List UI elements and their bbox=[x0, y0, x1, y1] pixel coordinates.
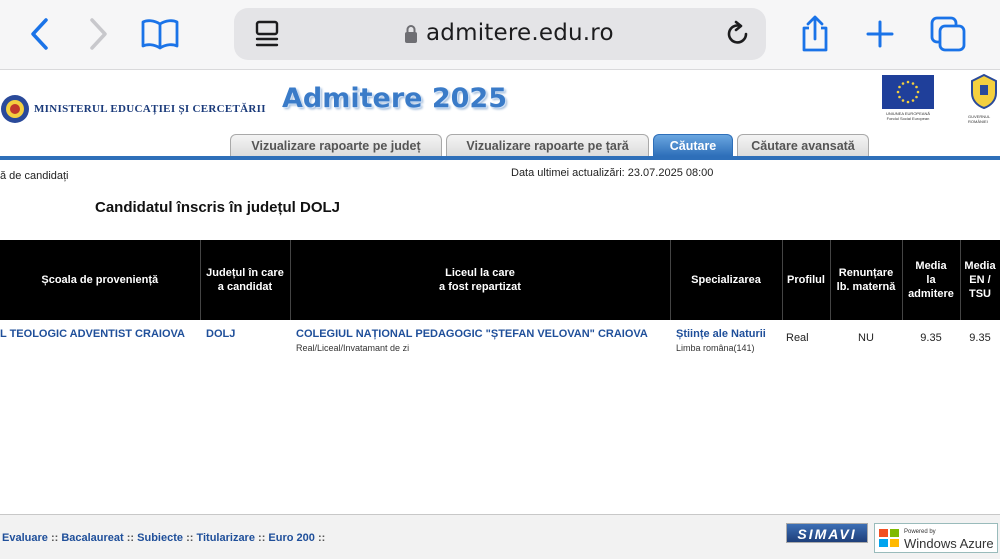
government-logo: GUVERNUL ROMÂNIEI bbox=[968, 73, 1000, 133]
table-row: L TEOLOGIC ADVENTIST CRAIOVA DOLJ COLEGI… bbox=[0, 320, 1000, 364]
back-button[interactable] bbox=[20, 14, 60, 54]
government-caption: GUVERNUL ROMÂNIEI bbox=[968, 114, 991, 124]
share-button[interactable] bbox=[795, 14, 835, 54]
footer-separator: :: bbox=[50, 532, 59, 544]
azure-wordmark: Powered by Windows Azure bbox=[904, 526, 994, 550]
footer-separator: :: bbox=[258, 532, 266, 544]
header-profile[interactable]: Profilul bbox=[782, 240, 831, 320]
footer-link-evaluare[interactable]: Evaluare bbox=[2, 532, 48, 544]
header-waiver[interactable]: Renunțare lb. maternă bbox=[830, 240, 903, 320]
footer-separator: :: bbox=[317, 532, 326, 544]
header-specialization[interactable]: Specializarea bbox=[670, 240, 783, 320]
cell-specialization-name[interactable]: Științe ale Naturii bbox=[676, 328, 766, 340]
reload-icon[interactable] bbox=[724, 20, 752, 48]
header-specialization-label: Specializarea bbox=[691, 274, 761, 286]
last-update-text: Data ultimei actualizări: 23.07.2025 08:… bbox=[511, 167, 714, 179]
eu-caption-line2: Fondul Social European bbox=[886, 116, 930, 121]
cell-waiver: NU bbox=[858, 332, 874, 344]
header-admission-average[interactable]: Media la admitere bbox=[902, 240, 961, 320]
cell-admission-average: 9.35 bbox=[920, 332, 942, 344]
cell-specialization[interactable]: Științe ale Naturii Limba româna(141) bbox=[670, 320, 782, 364]
bookmarks-button[interactable] bbox=[140, 14, 180, 54]
eu-logo: UNIUNEA EUROPEANĂ Fondul Social European bbox=[882, 75, 934, 125]
footer: Evaluare :: Bacalaureat :: Subiecte :: T… bbox=[0, 514, 1000, 559]
results-table: Școala de proveniență Județul în care a … bbox=[0, 240, 1000, 364]
cell-profile: Real bbox=[786, 332, 809, 344]
ministry-name: MINISTERUL EDUCAȚIEI ȘI CERCETĂRII bbox=[34, 103, 266, 115]
book-icon bbox=[141, 19, 179, 50]
header-avg-line1: Media bbox=[915, 260, 947, 272]
footer-link-subiecte[interactable]: Subiecte bbox=[137, 532, 183, 544]
cell-specialization-details: Limba româna(141) bbox=[676, 343, 755, 353]
header-waiver-line2: lb. maternă bbox=[836, 281, 896, 293]
tab-reports-country[interactable]: Vizualizare rapoarte pe țară bbox=[446, 134, 649, 156]
tab-advanced-search[interactable]: Căutare avansată bbox=[737, 134, 869, 156]
header-school[interactable]: Școala de proveniență bbox=[0, 240, 201, 320]
header-avg-line3: admitere bbox=[908, 288, 954, 300]
footer-link-bacalaureat[interactable]: Bacalaureat bbox=[61, 532, 123, 544]
tabs-icon bbox=[930, 16, 966, 52]
ministry-logo[interactable]: MINISTERUL EDUCAȚIEI ȘI CERCETĂRII bbox=[0, 93, 266, 125]
forward-button[interactable] bbox=[78, 14, 118, 54]
cell-en-average: 9.35 bbox=[969, 332, 991, 344]
simavi-wordmark: SIMAVI bbox=[786, 523, 868, 543]
footer-separator: :: bbox=[186, 532, 194, 544]
candidates-link[interactable]: ă de candidați bbox=[0, 170, 69, 182]
header-waiver-line1: Renunțare bbox=[838, 267, 894, 279]
header-county-line2: a candidat bbox=[217, 281, 273, 293]
table-header-row: Școala de proveniență Județul în care a … bbox=[0, 240, 1000, 320]
footer-links: Evaluare :: Bacalaureat :: Subiecte :: T… bbox=[2, 532, 325, 544]
cell-county[interactable]: DOLJ bbox=[200, 320, 290, 364]
cell-lyceum-name[interactable]: COLEGIUL NAȚIONAL PEDAGOGIC "ȘTEFAN VELO… bbox=[296, 328, 648, 340]
header-profile-label: Profilul bbox=[787, 274, 825, 286]
share-icon bbox=[802, 15, 828, 52]
header-lyceum-line2: a fost repartizat bbox=[439, 281, 521, 293]
cell-school[interactable]: L TEOLOGIC ADVENTIST CRAIOVA bbox=[0, 320, 200, 364]
page-heading: Candidatul înscris în județul DOLJ bbox=[95, 199, 341, 216]
eu-caption: UNIUNEA EUROPEANĂ Fondul Social European bbox=[882, 111, 934, 121]
eu-flag-icon bbox=[882, 75, 934, 109]
windows-flag-icon bbox=[879, 529, 899, 547]
header-lyceum[interactable]: Liceul la care a fost repartizat bbox=[290, 240, 671, 320]
header-en-line2: EN / bbox=[969, 274, 991, 286]
plus-icon bbox=[866, 20, 894, 48]
header-en-average[interactable]: Media EN / TSU bbox=[960, 240, 1000, 320]
coat-of-arms-icon bbox=[1, 95, 29, 123]
lock-icon bbox=[405, 25, 417, 43]
header-en-line1: Media bbox=[964, 260, 996, 272]
tab-search[interactable]: Căutare bbox=[653, 134, 733, 156]
header-avg-line2: la bbox=[926, 274, 936, 286]
chevron-left-icon bbox=[31, 18, 48, 50]
footer-link-euro200[interactable]: Euro 200 bbox=[268, 532, 314, 544]
site-title: Admitere 2025 bbox=[282, 83, 508, 114]
header-county[interactable]: Județul în care a candidat bbox=[200, 240, 291, 320]
header-school-label: Școala de proveniență bbox=[41, 274, 159, 286]
azure-name: Windows Azure bbox=[904, 536, 994, 551]
header-en-line3: TSU bbox=[969, 288, 991, 300]
tabs-overview-icon bbox=[255, 20, 279, 47]
footer-separator: :: bbox=[126, 532, 135, 544]
tab-reports-county[interactable]: Vizualizare rapoarte pe județ bbox=[230, 134, 442, 156]
site-header: MINISTERUL EDUCAȚIEI ȘI CERCETĂRII Admit… bbox=[0, 71, 1000, 160]
address-bar[interactable]: admitere.edu.ro bbox=[234, 8, 766, 60]
new-tab-button[interactable] bbox=[860, 14, 900, 54]
cell-lyceum-details: Real/Liceal/Invatamant de zi bbox=[296, 343, 410, 353]
footer-link-titularizare[interactable]: Titularizare bbox=[196, 532, 255, 544]
simavi-logo[interactable]: SIMAVI bbox=[786, 523, 868, 553]
windows-azure-logo[interactable]: Powered by Windows Azure bbox=[874, 523, 998, 553]
cell-lyceum[interactable]: COLEGIUL NAȚIONAL PEDAGOGIC "ȘTEFAN VELO… bbox=[290, 320, 670, 364]
browser-toolbar: admitere.edu.ro bbox=[0, 0, 1000, 70]
tabs-button[interactable] bbox=[928, 14, 968, 54]
tab-underline bbox=[0, 156, 1000, 160]
url-text: admitere.edu.ro bbox=[426, 20, 614, 46]
chevron-right-icon bbox=[90, 18, 107, 50]
government-crest-icon bbox=[971, 73, 997, 110]
header-lyceum-line1: Liceul la care bbox=[445, 267, 515, 279]
header-county-line1: Județul în care bbox=[206, 267, 284, 279]
